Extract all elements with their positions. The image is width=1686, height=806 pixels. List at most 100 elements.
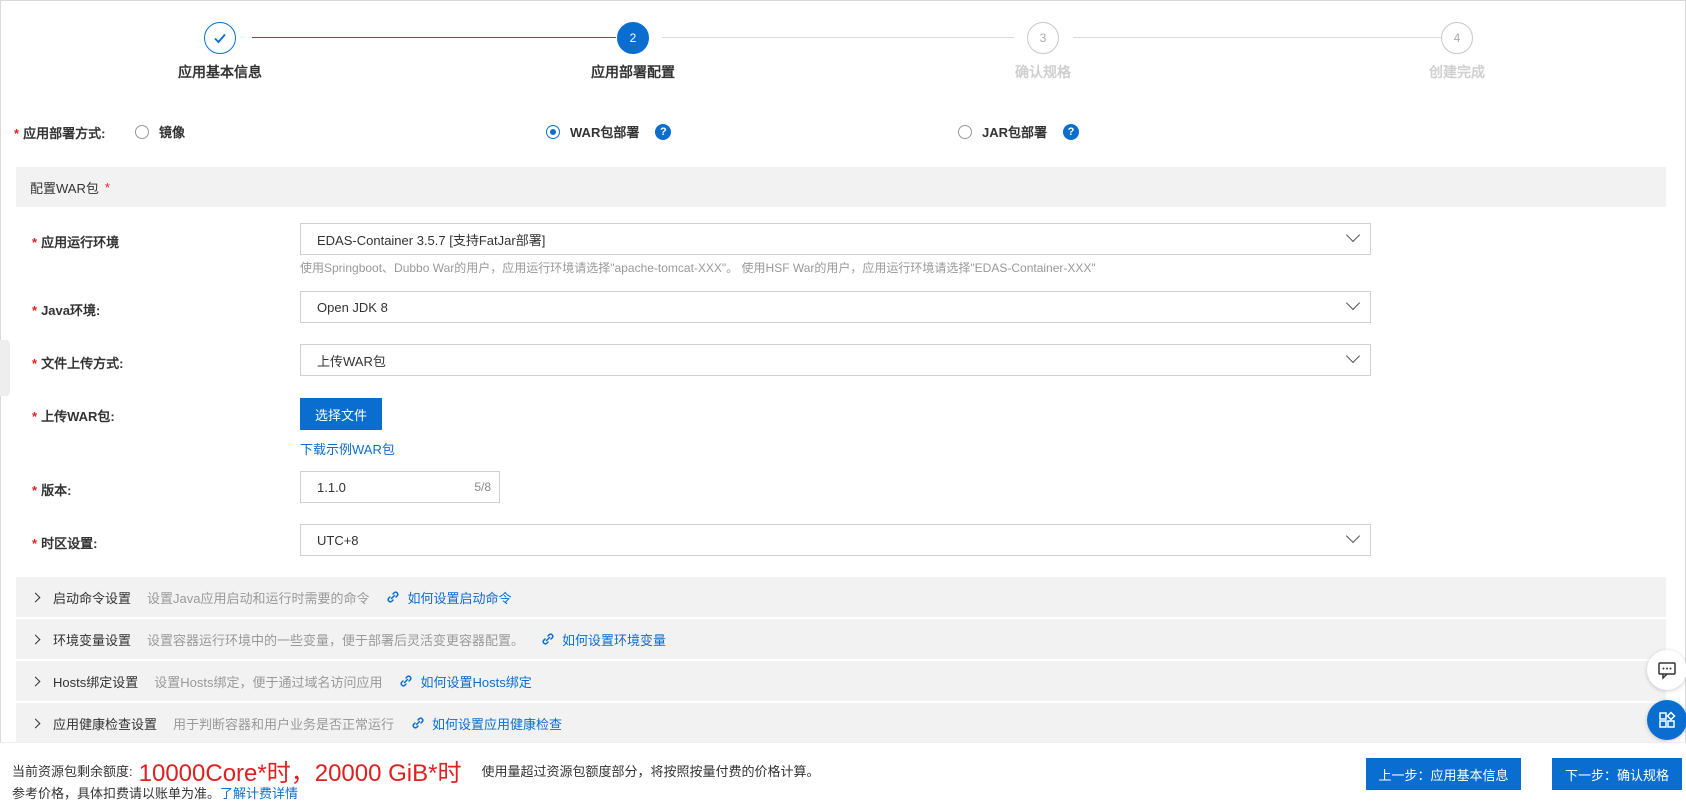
radio-image[interactable]: 镜像	[135, 122, 185, 141]
collapse-help-link[interactable]: 如何设置环境变量	[540, 630, 666, 649]
timezone-select[interactable]: UTC+8	[300, 524, 1371, 556]
chevron-right-icon	[30, 718, 41, 728]
choose-file-button[interactable]: 选择文件	[300, 398, 382, 430]
step-4-label: 创建完成	[1429, 64, 1485, 80]
collapse-desc: 设置Java应用启动和运行时需要的命令	[147, 590, 370, 606]
step-connector-1	[252, 37, 616, 38]
required-mark: *	[32, 536, 38, 551]
link-icon	[400, 675, 412, 687]
sidebar-toggle[interactable]	[0, 340, 10, 396]
runtime-label-text: 应用运行环境	[41, 235, 120, 250]
chevron-down-icon	[1345, 227, 1361, 243]
upload-war-label-text: 上传WAR包:	[41, 409, 115, 424]
java-select[interactable]: Open JDK 8	[300, 291, 1371, 323]
collapse-startup-command[interactable]: 启动命令设置 设置Java应用启动和运行时需要的命令 如何设置启动命令	[16, 577, 1666, 617]
collapse-link-text[interactable]: 如何设置环境变量	[562, 630, 666, 649]
collapse-help-link[interactable]: 如何设置Hosts绑定	[398, 672, 532, 691]
quota-note: 使用量超过资源包额度部分，将按照按量付费的价格计算。	[481, 764, 820, 779]
required-mark: *	[32, 483, 38, 498]
upload-war-label: * 上传WAR包:	[32, 406, 115, 425]
step-connector-2	[662, 37, 1014, 38]
collapse-link-text[interactable]: 如何设置应用健康检查	[432, 714, 562, 733]
deploy-method-label: * 应用部署方式:	[14, 123, 105, 142]
chevron-down-icon	[1345, 295, 1361, 311]
link-icon	[387, 591, 399, 603]
collapse-health-check[interactable]: 应用健康检查设置 用于判断容器和用户业务是否正常运行 如何设置应用健康检查	[16, 703, 1666, 743]
radio-jar[interactable]: JAR包部署 ?	[958, 122, 1080, 141]
feedback-button[interactable]	[1647, 650, 1686, 690]
radio-war[interactable]: WAR包部署 ?	[546, 122, 672, 141]
runtime-label: * 应用运行环境	[32, 232, 119, 251]
timezone-label-text: 时区设置:	[41, 536, 98, 551]
required-mark: *	[104, 179, 110, 195]
version-value: 1.1.0	[317, 479, 346, 495]
link-icon	[412, 717, 424, 729]
chevron-right-icon	[30, 676, 41, 686]
step-2-circle: 2	[617, 22, 649, 54]
collapse-link-text[interactable]: 如何设置启动命令	[407, 588, 511, 607]
version-input[interactable]: 1.1.0 5/8	[300, 471, 500, 503]
required-mark: *	[14, 126, 20, 141]
timezone-value: UTC+8	[317, 532, 359, 548]
collapse-link-text[interactable]: 如何设置Hosts绑定	[420, 672, 531, 691]
quota-label: 当前资源包剩余额度:	[12, 764, 133, 779]
required-mark: *	[32, 409, 38, 424]
collapse-title: 启动命令设置	[53, 590, 132, 606]
radio-label-war: WAR包部署	[570, 125, 640, 140]
next-step-button[interactable]: 下一步：确认规格	[1552, 758, 1682, 790]
download-sample-link[interactable]: 下载示例WAR包	[300, 439, 395, 458]
collapse-help-link[interactable]: 如何设置启动命令	[385, 588, 512, 607]
step-2-label: 应用部署配置	[591, 64, 675, 80]
radio-circle-jar[interactable]	[958, 124, 972, 139]
java-label-text: Java环境:	[41, 303, 101, 318]
step-3-number: 3	[1039, 31, 1047, 45]
timezone-label: * 时区设置:	[32, 533, 97, 552]
radio-label-image: 镜像	[159, 125, 186, 140]
collapse-title: Hosts绑定设置	[53, 674, 139, 690]
step-1-circle	[204, 22, 236, 54]
upload-method-value: 上传WAR包	[317, 353, 386, 369]
step-3-label: 确认规格	[1015, 64, 1071, 80]
step-indicator: 2 3 4 应用基本信息 应用部署配置 确认规格 创建完成	[0, 0, 1686, 100]
collapse-help-link[interactable]: 如何设置应用健康检查	[410, 714, 562, 733]
prev-step-button[interactable]: 上一步：应用基本信息	[1366, 758, 1521, 790]
ref-price-line: 参考价格，具体扣费请以账单为准。了解计费详情	[12, 783, 298, 802]
collapse-desc: 用于判断容器和用户业务是否正常运行	[173, 716, 395, 732]
runtime-select[interactable]: EDAS-Container 3.5.7 [支持FatJar部署]	[300, 223, 1371, 255]
java-value: Open JDK 8	[317, 299, 388, 315]
step-2-number: 2	[629, 31, 637, 45]
deploy-method-row: * 应用部署方式: 镜像 WAR包部署 ? JAR包部署 ?	[14, 120, 1674, 142]
chevron-right-icon	[30, 592, 41, 602]
chevron-down-icon	[1345, 348, 1361, 364]
radio-circle-image[interactable]	[135, 124, 149, 139]
chevron-down-icon	[1345, 528, 1361, 544]
upload-method-label: * 文件上传方式:	[32, 353, 123, 372]
collapse-title: 环境变量设置	[53, 632, 132, 648]
step-3-circle: 3	[1027, 22, 1059, 54]
version-counter: 5/8	[474, 480, 491, 494]
war-section-title: 配置WAR包	[30, 180, 99, 196]
upload-method-select[interactable]: 上传WAR包	[300, 344, 1371, 376]
radio-circle-war[interactable]	[546, 124, 560, 139]
radio-label-jar: JAR包部署	[982, 125, 1048, 140]
collapse-title: 应用健康检查设置	[53, 716, 158, 732]
apps-icon	[1659, 711, 1676, 728]
collapse-desc: 设置容器运行环境中的一些变量，便于部署后灵活变更容器配置。	[147, 632, 525, 648]
version-label-text: 版本:	[41, 483, 72, 498]
footer-bar: 当前资源包剩余额度: 10000Core*时，20000 GiB*时 使用量超过…	[0, 742, 1686, 806]
runtime-value: EDAS-Container 3.5.7 [支持FatJar部署]	[317, 232, 546, 248]
help-icon[interactable]: ?	[655, 123, 672, 140]
apps-button[interactable]	[1647, 700, 1686, 740]
chevron-right-icon	[30, 634, 41, 644]
runtime-hint: 使用Springboot、Dubbo War的用户，应用运行环境请选择"apac…	[300, 261, 1096, 275]
billing-details-link[interactable]: 了解计费详情	[220, 786, 298, 801]
collapse-env-vars[interactable]: 环境变量设置 设置容器运行环境中的一些变量，便于部署后灵活变更容器配置。 如何设…	[16, 619, 1666, 659]
collapse-hosts[interactable]: Hosts绑定设置 设置Hosts绑定，便于通过域名访问应用 如何设置Hosts…	[16, 661, 1666, 701]
java-label: * Java环境:	[32, 300, 100, 319]
required-mark: *	[32, 356, 38, 371]
upload-method-label-text: 文件上传方式:	[41, 356, 124, 371]
required-mark: *	[32, 235, 38, 250]
deploy-method-label-text: 应用部署方式:	[23, 126, 106, 141]
step-4-number: 4	[1453, 31, 1461, 45]
help-icon[interactable]: ?	[1063, 123, 1080, 140]
